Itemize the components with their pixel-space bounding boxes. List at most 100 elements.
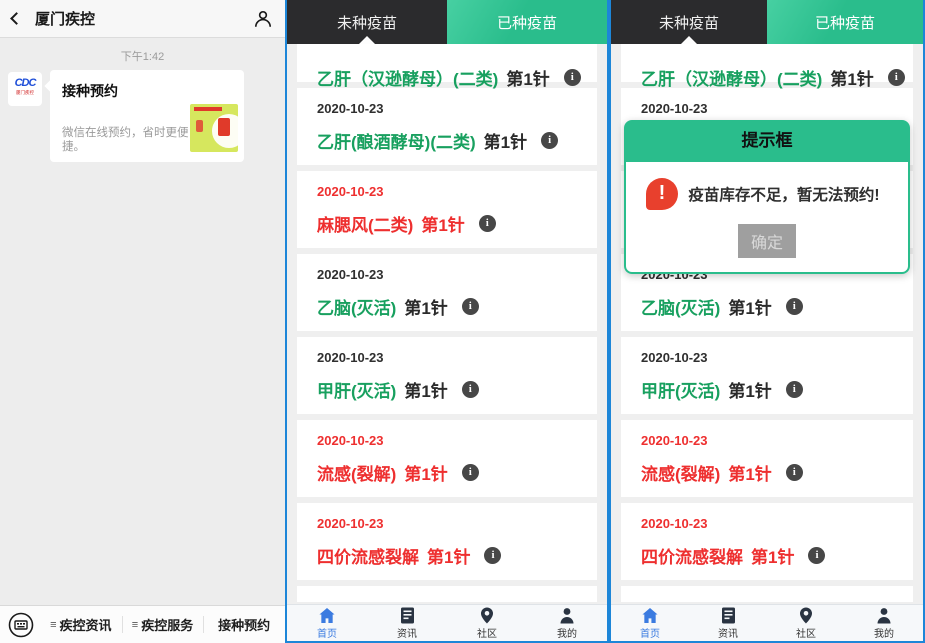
nav-item-news[interactable]: 资讯: [367, 605, 447, 641]
tab-vaccinated[interactable]: 已种疫苗: [447, 0, 607, 44]
nav-label: 我的: [557, 625, 577, 640]
info-icon[interactable]: i: [462, 464, 479, 481]
vaccine-dose: 第1针: [404, 377, 447, 402]
vaccine-row[interactable]: 2020-10-23 甲肝(灭活) 第1针 i: [621, 337, 913, 414]
vaccine-date: 2020-10-23: [317, 516, 597, 531]
vaccine-row[interactable]: 2020-10-23 乙肝(酿酒酵母)(二类) 第1针 i: [297, 88, 597, 165]
info-icon[interactable]: i: [462, 381, 479, 398]
vaccine-date: 2020-10-23: [317, 267, 597, 282]
message-thumbnail: [190, 104, 238, 152]
home-icon: [641, 607, 659, 624]
community-icon: [799, 607, 813, 624]
vaccine-row[interactable]: 2020-10-23 流感(裂解) 第1针 i: [621, 420, 913, 497]
keyboard-icon[interactable]: [8, 612, 34, 638]
vaccine-name: 乙脑(灭活): [641, 294, 720, 319]
alert-dialog: 提示框 ! 疫苗库存不足，暂无法预约! 确定: [624, 120, 910, 274]
nav-label: 社区: [796, 625, 816, 640]
vaccine-row[interactable]: 乙肝（汉逊酵母）(二类) 第1针 i: [297, 44, 597, 82]
nav-item-mine[interactable]: 我的: [845, 605, 923, 641]
message-card[interactable]: 接种预约 微信在线预约，省时更便捷。: [50, 70, 244, 162]
vaccine-name: 乙肝（汉逊酵母）(二类): [641, 65, 822, 90]
nav-item-mine[interactable]: 我的: [527, 605, 607, 641]
vaccine-dose: 第1针: [830, 65, 873, 90]
vaccine-row-partial: [621, 586, 913, 602]
vaccine-row[interactable]: 2020-10-23 乙脑(灭活) 第1针 i: [297, 254, 597, 331]
vaccine-date: 2020-10-23: [641, 516, 913, 531]
vaccine-date: 2020-10-23: [317, 433, 597, 448]
nav-label: 资讯: [397, 625, 417, 640]
vaccine-row[interactable]: 2020-10-23 麻腮风(二类) 第1针 i: [297, 171, 597, 248]
menu-item-cdc-news[interactable]: ≡ 疾控资讯: [40, 606, 122, 643]
nav-label: 资讯: [718, 625, 738, 640]
vaccine-row[interactable]: 2020-10-23 流感(裂解) 第1针 i: [297, 420, 597, 497]
menu-item-label: 疾控服务: [141, 615, 193, 634]
dialog-body: ! 疫苗库存不足，暂无法预约! 确定: [624, 162, 910, 274]
thumbnail-illustration: [194, 107, 222, 111]
vaccine-date: 2020-10-23: [641, 433, 913, 448]
vaccine-row[interactable]: 2020-10-23 四价流感裂解 第1针 i: [621, 503, 913, 580]
vaccine-row[interactable]: 乙肝（汉逊酵母）(二类) 第1针 i: [621, 44, 913, 82]
vaccine-row[interactable]: 2020-10-23 四价流感裂解 第1针 i: [297, 503, 597, 580]
info-icon[interactable]: i: [888, 69, 905, 86]
vaccine-list-panel-with-dialog: 未种疫苗 已种疫苗 乙肝（汉逊酵母）(二类) 第1针 i 2020-10-23 …: [609, 0, 925, 643]
avatar-caption: 厦门疾控: [10, 89, 41, 95]
chat-title: 厦门疾控: [35, 8, 95, 29]
wechat-menu-bar: ≡ 疾控资讯 ≡ 疾控服务 接种预约: [0, 605, 285, 643]
submenu-icon: ≡: [50, 619, 56, 631]
tab-unvaccinated[interactable]: 未种疫苗: [611, 0, 767, 44]
vaccine-row[interactable]: 2020-10-23 甲肝(灭活) 第1针 i: [297, 337, 597, 414]
vaccine-tabbar: 未种疫苗 已种疫苗: [287, 0, 607, 44]
news-icon: [721, 607, 736, 624]
info-icon[interactable]: i: [564, 69, 581, 86]
nav-label: 我的: [874, 625, 894, 640]
nav-label: 首页: [317, 625, 337, 640]
nav-item-community[interactable]: 社区: [447, 605, 527, 641]
vaccine-name: 乙脑(灭活): [317, 294, 396, 319]
back-icon[interactable]: [10, 12, 23, 25]
nav-label: 首页: [640, 625, 660, 640]
vaccine-row-partial: [297, 586, 597, 602]
nav-label: 社区: [477, 625, 497, 640]
nav-item-news[interactable]: 资讯: [689, 605, 767, 641]
avatar[interactable]: CDC 厦门疾控: [8, 72, 42, 106]
mine-icon: [876, 607, 892, 624]
info-icon[interactable]: i: [479, 215, 496, 232]
menu-item-cdc-services[interactable]: ≡ 疾控服务: [122, 606, 204, 643]
vaccine-dose: 第1针: [404, 460, 447, 485]
info-icon[interactable]: i: [462, 298, 479, 315]
info-icon[interactable]: i: [541, 132, 558, 149]
wechat-chat-panel: 厦门疾控 下午1:42 CDC 厦门疾控 接种预约 微信在线预约，省时更便捷。 …: [0, 0, 285, 643]
nav-item-home[interactable]: 首页: [611, 605, 689, 641]
vaccine-list-panel: 未种疫苗 已种疫苗 乙肝（汉逊酵母）(二类) 第1针 i 2020-10-23 …: [285, 0, 609, 643]
vaccine-dose: 第1针: [421, 211, 464, 236]
vaccine-dose: 第1针: [728, 377, 771, 402]
message-timestamp: 下午1:42: [0, 48, 285, 64]
warning-icon: !: [646, 178, 678, 210]
tab-unvaccinated[interactable]: 未种疫苗: [287, 0, 447, 44]
vaccine-date: 2020-10-23: [317, 101, 597, 116]
vaccine-name: 流感(裂解): [641, 460, 720, 485]
contact-icon[interactable]: [253, 9, 273, 29]
mine-icon: [559, 607, 575, 624]
nav-item-community[interactable]: 社区: [767, 605, 845, 641]
vaccine-tabbar: 未种疫苗 已种疫苗: [611, 0, 923, 44]
menu-item-label: 疾控资讯: [60, 615, 112, 634]
info-icon[interactable]: i: [484, 547, 501, 564]
tab-vaccinated[interactable]: 已种疫苗: [767, 0, 923, 44]
info-icon[interactable]: i: [786, 298, 803, 315]
vaccine-name: 乙肝(酿酒酵母)(二类): [317, 128, 476, 153]
menu-item-appointment[interactable]: 接种预约: [203, 606, 285, 643]
info-icon[interactable]: i: [808, 547, 825, 564]
submenu-icon: ≡: [132, 619, 138, 631]
home-icon: [318, 607, 336, 624]
menu-item-label: 接种预约: [218, 615, 270, 634]
info-icon[interactable]: i: [786, 381, 803, 398]
dialog-title: 提示框: [624, 120, 910, 162]
confirm-button[interactable]: 确定: [738, 224, 796, 258]
nav-item-home[interactable]: 首页: [287, 605, 367, 641]
info-icon[interactable]: i: [786, 464, 803, 481]
avatar-logo-text: CDC: [8, 77, 42, 89]
vaccine-name: 甲肝(灭活): [317, 377, 396, 402]
vaccine-dose: 第1针: [728, 294, 771, 319]
bottom-nav: 首页 资讯 社区 我的: [287, 604, 607, 641]
